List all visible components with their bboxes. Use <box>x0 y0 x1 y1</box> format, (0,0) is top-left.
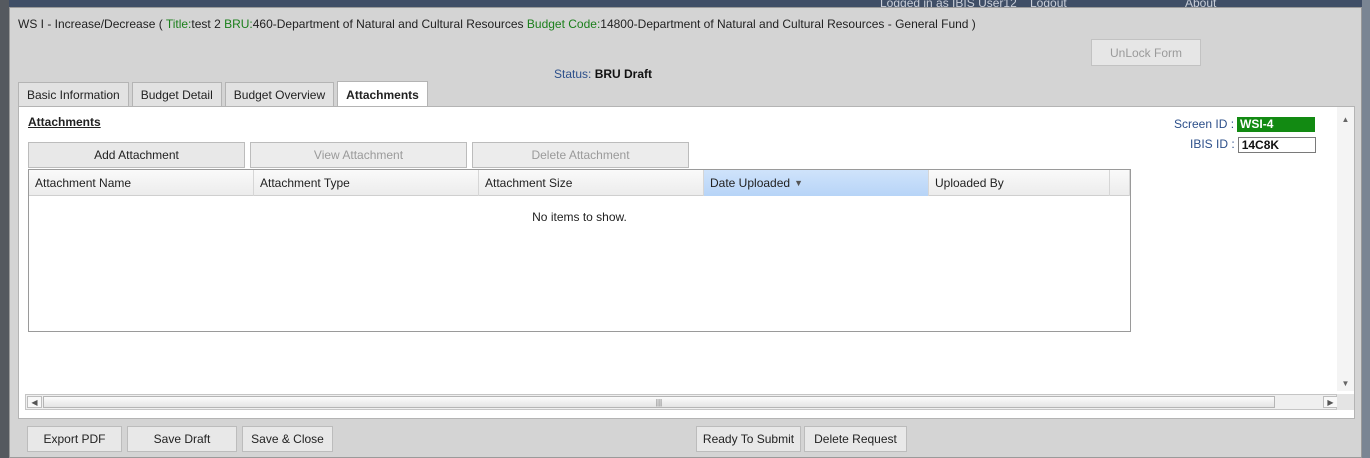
tab-bar: Basic Information Budget Detail Budget O… <box>18 81 431 107</box>
screen-id: Screen ID : WSI-4 <box>1174 117 1316 133</box>
tab-basic-information[interactable]: Basic Information <box>18 82 129 107</box>
tab-budget-detail[interactable]: Budget Detail <box>131 82 222 107</box>
add-attachment-button[interactable]: Add Attachment <box>28 142 245 168</box>
title-prefix: WS I - Increase/Decrease ( <box>18 17 166 31</box>
scroll-left-icon[interactable]: ◀ <box>27 396 42 408</box>
tab-budget-overview[interactable]: Budget Overview <box>224 82 335 107</box>
horizontal-scrollbar[interactable]: ◀ ||| ▶ <box>25 394 1338 410</box>
scroll-right-icon[interactable]: ▶ <box>1323 396 1338 408</box>
column-attachment-name[interactable]: Attachment Name <box>29 170 254 196</box>
attachments-grid: Attachment Name Attachment Type Attachme… <box>28 169 1131 332</box>
ws-increase-decrease-dialog: WS I - Increase/Decrease ( Title:test 2 … <box>9 7 1362 458</box>
column-attachment-type[interactable]: Attachment Type <box>254 170 479 196</box>
status-value: BRU Draft <box>594 67 653 81</box>
ibis-id: IBIS ID :14C8K <box>1190 137 1316 153</box>
sort-descending-icon: ▼ <box>794 178 803 188</box>
column-attachment-size[interactable]: Attachment Size <box>479 170 704 196</box>
budget-code-label: Budget Code: <box>526 17 601 31</box>
attachments-section-title: Attachments <box>28 115 101 129</box>
attachments-panel: Attachments Add Attachment View Attachme… <box>18 106 1355 419</box>
save-close-button[interactable]: Save & Close <box>242 426 333 452</box>
tab-attachments[interactable]: Attachments <box>337 81 428 107</box>
dialog-title: WS I - Increase/Decrease ( Title:test 2 … <box>18 17 976 31</box>
bru-value: 460-Department of Natural and Cultural R… <box>252 17 527 31</box>
column-date-uploaded-label: Date Uploaded <box>710 176 791 190</box>
horizontal-scroll-thumb[interactable]: ||| <box>43 396 1275 408</box>
delete-attachment-button[interactable]: Delete Attachment <box>472 142 689 168</box>
scroll-up-icon[interactable]: ▲ <box>1337 111 1354 127</box>
export-pdf-button[interactable]: Export PDF <box>27 426 122 452</box>
background-right-edge <box>1362 0 1370 458</box>
delete-request-button[interactable]: Delete Request <box>804 426 907 452</box>
title-value: test 2 <box>191 17 225 31</box>
column-date-uploaded[interactable]: Date Uploaded ▼ <box>704 170 929 196</box>
unlock-form-button[interactable]: UnLock Form <box>1091 39 1201 66</box>
ibis-id-label: IBIS ID : <box>1190 137 1235 152</box>
grid-header: Attachment Name Attachment Type Attachme… <box>29 170 1130 196</box>
view-attachment-button[interactable]: View Attachment <box>250 142 467 168</box>
scroll-down-icon[interactable]: ▼ <box>1337 375 1354 391</box>
screen-id-value: WSI-4 <box>1237 117 1316 133</box>
ibis-id-value: 14C8K <box>1237 137 1316 153</box>
title-label: Title: <box>165 17 192 31</box>
background-left-edge <box>0 0 9 458</box>
empty-grid-message: No items to show. <box>532 210 627 224</box>
bru-label: BRU: <box>224 17 253 31</box>
column-uploaded-by[interactable]: Uploaded By <box>929 170 1110 196</box>
budget-code-value: 14800-Department of Natural and Cultural… <box>600 17 976 31</box>
status-label: Status: <box>554 67 595 81</box>
status-line: Status: BRU Draft <box>554 67 652 81</box>
screen-id-label: Screen ID : <box>1174 117 1235 131</box>
save-draft-button[interactable]: Save Draft <box>127 426 237 452</box>
vertical-scrollbar[interactable]: ▲ ▼ <box>1337 107 1354 391</box>
ready-to-submit-button[interactable]: Ready To Submit <box>696 426 801 452</box>
scrollbar-corner <box>1337 394 1354 410</box>
column-spacer <box>1110 170 1130 196</box>
